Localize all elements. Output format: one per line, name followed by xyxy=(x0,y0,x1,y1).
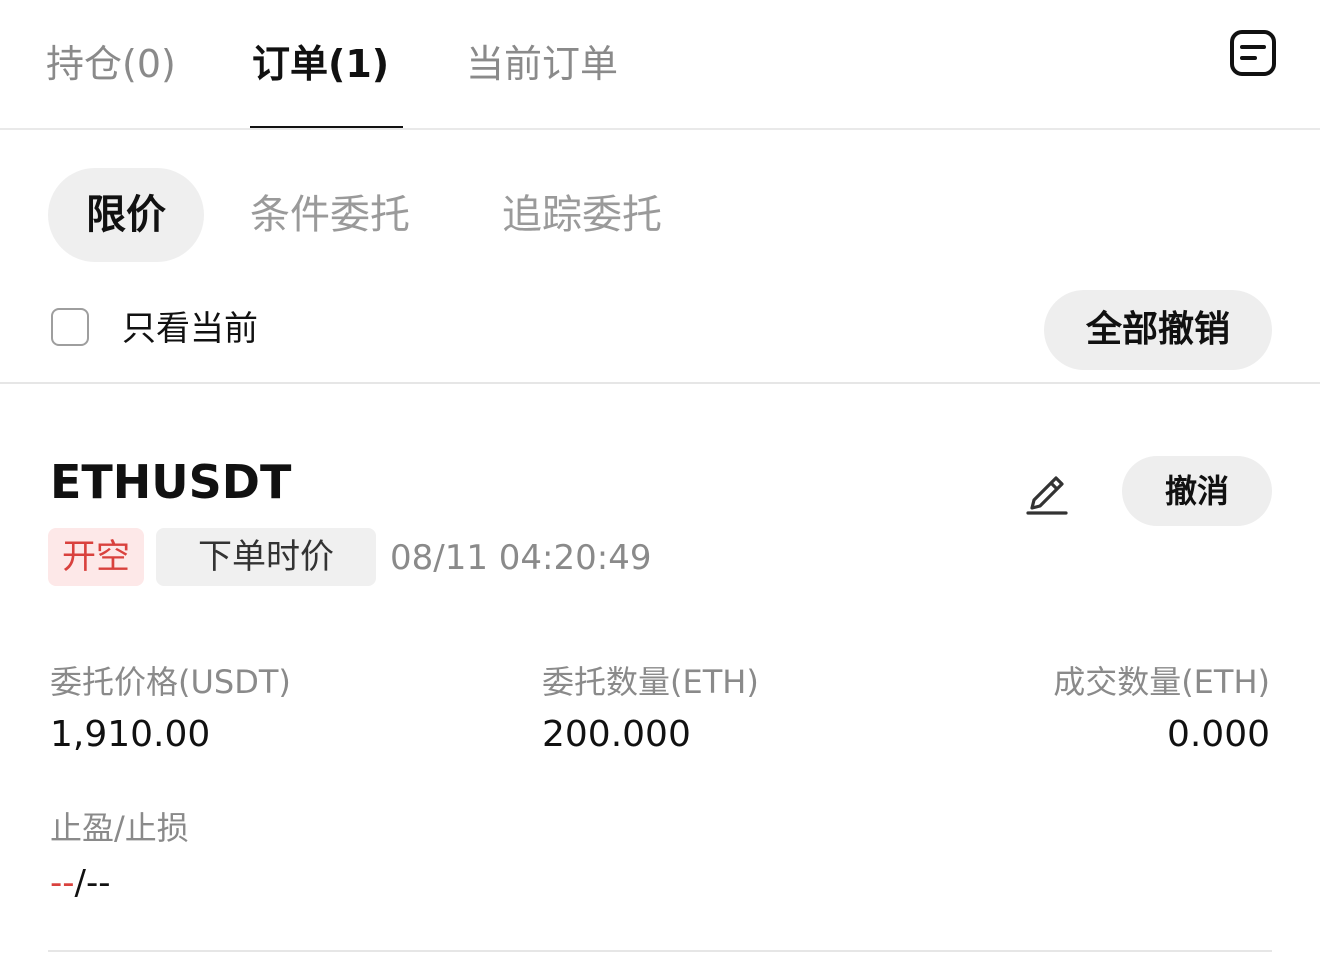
stop-loss-value: -- xyxy=(86,863,111,903)
order-type-tag: 下单时价 xyxy=(156,528,376,586)
order-timestamp: 08/11 04:20:49 xyxy=(390,538,652,578)
top-tab-bar: 持仓(0) 订单(1) 当前订单 xyxy=(0,0,1320,130)
edit-pencil-icon[interactable] xyxy=(1020,462,1072,516)
order-quantity-value: 200.000 xyxy=(542,714,691,755)
tp-sl-value: --/-- xyxy=(50,858,111,908)
order-price-value: 1,910.00 xyxy=(50,714,211,755)
cancel-all-button[interactable]: 全部撤销 xyxy=(1044,290,1272,370)
subtab-conditional[interactable]: 条件委托 xyxy=(250,168,410,262)
subtab-trailing[interactable]: 追踪委托 xyxy=(502,168,662,262)
tp-sl-label: 止盈/止损 xyxy=(50,809,189,847)
section-divider xyxy=(0,382,1320,384)
tp-sl-separator: / xyxy=(74,863,87,903)
order-quantity-label: 委托数量(ETH) xyxy=(542,663,759,701)
take-profit-value: -- xyxy=(50,863,75,903)
orders-page: 持仓(0) 订单(1) 当前订单 限价 条件委托 追踪委托 只看当前 全部撤销 … xyxy=(0,0,1320,968)
top-divider xyxy=(0,128,1320,130)
filled-quantity-label: 成交数量(ETH) xyxy=(1053,663,1270,701)
document-list-icon[interactable] xyxy=(1228,28,1278,78)
tab-positions[interactable]: 持仓(0) xyxy=(46,36,176,92)
order-price-label: 委托价格(USDT) xyxy=(50,663,291,701)
tab-orders[interactable]: 订单(1) xyxy=(252,36,389,92)
filled-quantity-value: 0.000 xyxy=(1166,714,1270,755)
current-only-checkbox[interactable] xyxy=(51,308,89,346)
subtab-limit[interactable]: 限价 xyxy=(48,168,204,262)
tab-current-orders[interactable]: 当前订单 xyxy=(466,36,618,92)
order-symbol: ETHUSDT xyxy=(50,455,292,509)
bottom-divider xyxy=(48,950,1272,952)
order-side-tag: 开空 xyxy=(48,528,144,586)
cancel-order-button[interactable]: 撤消 xyxy=(1122,456,1272,526)
current-only-label: 只看当前 xyxy=(122,309,258,349)
